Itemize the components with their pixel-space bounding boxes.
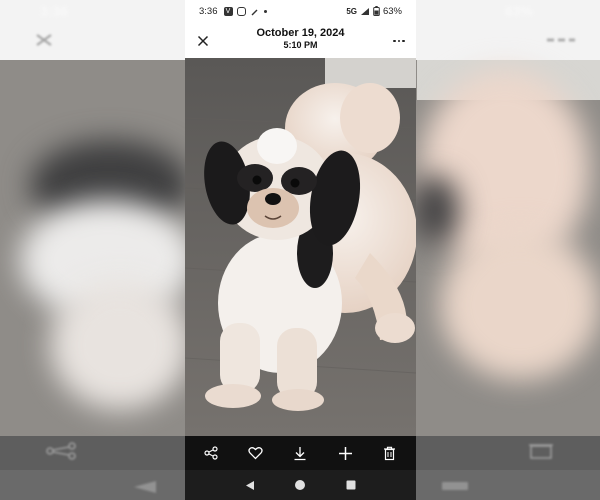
notification-dot-icon [263,9,267,13]
battery-percent: 63% [382,5,402,17]
dog-front-leg-left [220,323,260,393]
app-notification-icon: V [223,6,233,16]
backdrop-back-icon [134,481,156,493]
system-nav-bar [185,470,416,500]
heart-icon [248,447,264,460]
more-options-icon [393,39,405,43]
status-time: 3:36 [199,5,218,17]
signal-icon [360,7,369,15]
plus-icon [338,446,352,460]
photo-date: October 19, 2024 [256,27,345,39]
backdrop-dog-right-dark [410,175,460,245]
photo-viewer-screen: 3:36 V 5G 63% October 19, 2024 5:10 PM [185,0,416,500]
download-icon [294,446,306,460]
dog-tail-plume [340,83,400,153]
status-right-group: 5G 63% [346,6,402,17]
favorite-button[interactable] [242,439,270,467]
dog-eye-right [290,178,300,188]
back-icon [246,480,255,490]
dog-back-paw [375,313,415,343]
add-button[interactable] [331,439,359,467]
backdrop-trash-icon [529,444,553,459]
dog-paw-left [205,384,261,408]
recents-button[interactable] [339,473,363,497]
share-icon [204,446,218,460]
battery-icon [373,6,380,16]
home-button[interactable] [288,473,312,497]
trash-icon [384,446,396,460]
backdrop-dog-right-legs [440,230,600,380]
share-button[interactable] [197,439,225,467]
backdrop-more-icon [547,38,575,42]
more-options-button[interactable] [388,30,410,52]
dog-eye-left [252,175,262,185]
dog-nose [265,193,281,205]
back-button[interactable] [238,473,262,497]
status-bar: 3:36 V 5G 63% [185,0,416,22]
network-type: 5G [346,6,357,16]
recents-icon [346,480,356,490]
backdrop-close-icon [36,34,52,46]
instagram-icon [236,6,246,16]
download-button[interactable] [286,439,314,467]
photo-image[interactable] [185,58,416,436]
photo-header: October 19, 2024 5:10 PM [185,22,416,58]
photo-action-bar [185,436,416,470]
pen-icon [251,9,257,15]
backdrop-battery: 63% [505,3,534,19]
backdrop-dog-body-fur [50,280,190,410]
photo-time: 5:10 PM [283,40,318,50]
dog-paw-right [272,389,324,411]
backdrop-share-icon [46,442,76,460]
home-icon [295,480,306,490]
backdrop-recents-icon [442,482,468,490]
backdrop-time: 3:36 [40,3,69,19]
close-icon [197,35,209,47]
close-button[interactable] [192,30,214,52]
delete-button[interactable] [376,439,404,467]
dog-photo [185,58,416,436]
dog-forehead [257,128,297,164]
photo-date-block: October 19, 2024 5:10 PM [225,27,376,50]
